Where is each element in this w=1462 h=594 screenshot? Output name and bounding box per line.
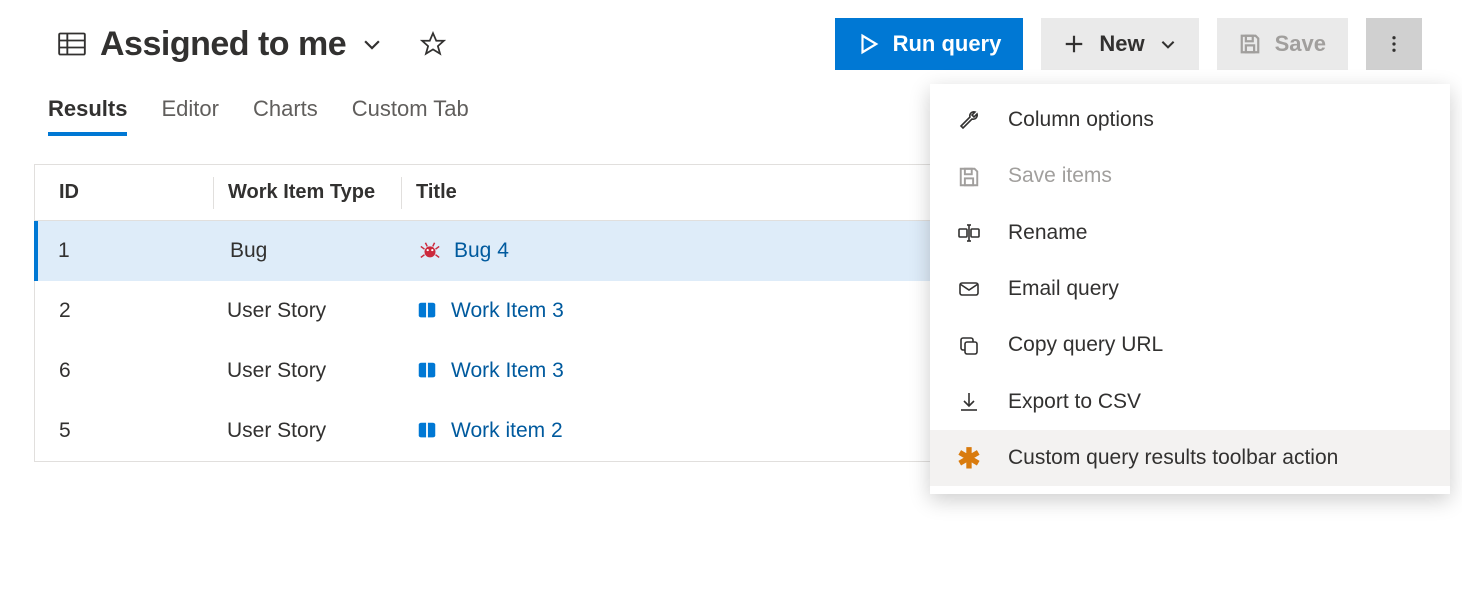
work-item-link[interactable]: Work Item 3 <box>451 359 564 383</box>
play-icon <box>857 33 879 55</box>
work-item-link[interactable]: Bug 4 <box>454 239 509 263</box>
chevron-down-icon <box>1159 35 1177 53</box>
save-label: Save <box>1275 31 1326 57</box>
plus-icon <box>1063 33 1085 55</box>
page-title[interactable]: Assigned to me <box>100 25 346 64</box>
menu-rename[interactable]: Rename <box>930 205 1450 261</box>
menu-label: Email query <box>1008 275 1424 303</box>
download-icon <box>956 389 982 415</box>
copy-icon <box>956 333 982 359</box>
new-label: New <box>1099 31 1144 57</box>
col-id[interactable]: ID <box>35 181 213 204</box>
menu-label: Export to CSV <box>1008 388 1424 416</box>
book-icon <box>415 419 439 443</box>
tab-results[interactable]: Results <box>48 96 127 136</box>
tab-editor[interactable]: Editor <box>161 96 218 136</box>
tab-charts[interactable]: Charts <box>253 96 318 136</box>
menu-label: Rename <box>1008 219 1424 247</box>
mail-icon <box>956 276 982 302</box>
book-icon <box>415 299 439 323</box>
cell-type: Bug <box>216 239 404 263</box>
menu-save-items: Save items <box>930 148 1450 204</box>
favorite-star-icon[interactable] <box>420 31 446 57</box>
menu-export-csv[interactable]: Export to CSV <box>930 374 1450 430</box>
cell-id: 2 <box>35 299 213 323</box>
menu-copy-url[interactable]: Copy query URL <box>930 317 1450 373</box>
run-query-label: Run query <box>893 31 1002 57</box>
page-header: Assigned to me Run query New <box>0 0 1462 72</box>
menu-label: Column options <box>1008 106 1424 134</box>
kebab-icon <box>1384 34 1404 54</box>
menu-label: Custom query results toolbar action <box>1008 444 1424 472</box>
cell-type: User Story <box>213 419 401 443</box>
title-group: Assigned to me <box>58 25 835 64</box>
query-grid-icon <box>58 32 86 56</box>
menu-label: Copy query URL <box>1008 331 1424 359</box>
more-actions-button[interactable] <box>1366 18 1422 70</box>
col-type[interactable]: Work Item Type <box>213 177 401 209</box>
bug-icon <box>418 239 442 263</box>
cell-type: User Story <box>213 359 401 383</box>
tab-custom[interactable]: Custom Tab <box>352 96 469 136</box>
save-icon <box>1239 33 1261 55</box>
run-query-button[interactable]: Run query <box>835 18 1024 70</box>
toolbar: Run query New Save <box>835 18 1422 70</box>
menu-label: Save items <box>1008 162 1424 190</box>
work-item-link[interactable]: Work item 2 <box>451 419 563 443</box>
cell-id: 5 <box>35 419 213 443</box>
cell-id: 6 <box>35 359 213 383</box>
rename-icon <box>956 220 982 246</box>
more-actions-menu: Column options Save items Rename <box>930 84 1450 494</box>
menu-email-query[interactable]: Email query <box>930 261 1450 317</box>
work-item-link[interactable]: Work Item 3 <box>451 299 564 323</box>
save-button: Save <box>1217 18 1348 70</box>
asterisk-icon: ✱ <box>956 445 982 471</box>
menu-custom-action[interactable]: ✱ Custom query results toolbar action <box>930 430 1450 486</box>
save-icon <box>956 164 982 190</box>
cell-type: User Story <box>213 299 401 323</box>
cell-id: 1 <box>38 239 216 263</box>
title-chevron-down-icon[interactable] <box>360 32 384 56</box>
book-icon <box>415 359 439 383</box>
menu-column-options[interactable]: Column options <box>930 92 1450 148</box>
wrench-icon <box>956 107 982 133</box>
new-button[interactable]: New <box>1041 18 1198 70</box>
